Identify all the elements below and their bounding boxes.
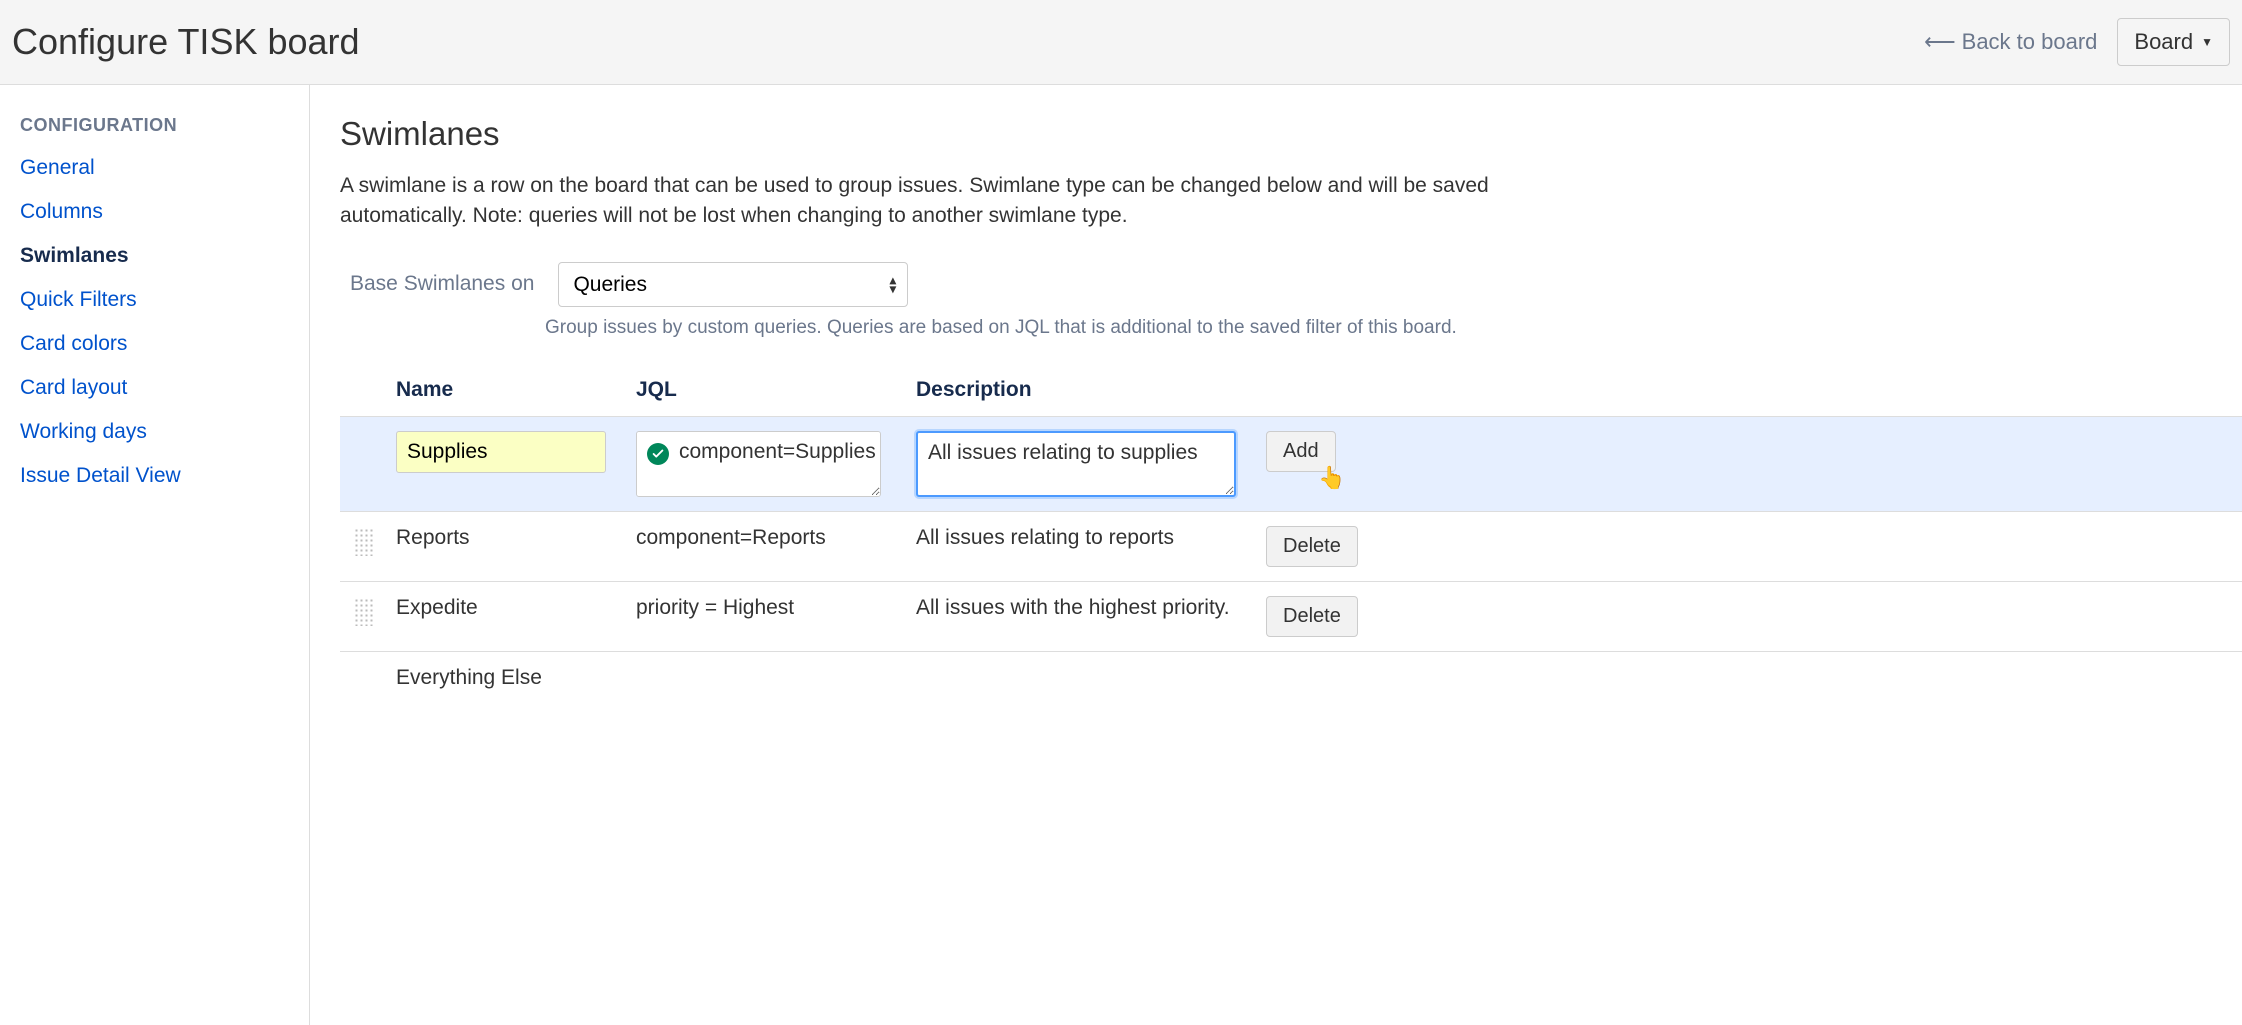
top-bar: Configure TISK board ⟵ Back to board Boa… [0, 0, 2242, 85]
board-dropdown-label: Board [2134, 29, 2193, 55]
sidebar-item-card-colors[interactable]: Card colors [20, 332, 127, 355]
sidebar-item-card-layout[interactable]: Card layout [20, 376, 127, 399]
column-header-jql: JQL [636, 378, 916, 402]
base-swimlanes-help: Group issues by custom queries. Queries … [545, 317, 2242, 339]
swimlane-description-input[interactable]: All issues relating to supplies [916, 431, 1236, 497]
delete-button[interactable]: Delete [1266, 596, 1358, 637]
drag-handle-icon[interactable] [354, 528, 374, 556]
swimlane-description: All issues with the highest priority. [916, 596, 1266, 620]
base-swimlanes-select[interactable]: Queries [558, 262, 908, 307]
sidebar: CONFIGURATION General Columns Swimlanes … [0, 85, 310, 1025]
swimlane-jql: priority = Highest [636, 596, 916, 620]
swimlane-jql-input[interactable]: component=Supplies [636, 431, 881, 497]
main-content: Swimlanes A swimlane is a row on the boa… [310, 85, 2242, 1025]
swimlane-jql-text: component=Supplies [679, 440, 876, 464]
swimlane-name: Expedite [396, 596, 636, 620]
arrow-left-icon: ⟵ [1924, 31, 1956, 53]
back-link-label: Back to board [1962, 29, 2098, 55]
section-description: A swimlane is a row on the board that ca… [340, 171, 1540, 232]
swimlane-name-input[interactable] [396, 431, 606, 473]
swimlane-row: Everything Else [340, 651, 2242, 704]
section-title: Swimlanes [340, 115, 2242, 153]
swimlane-name: Everything Else [396, 666, 636, 690]
swimlanes-table: Name JQL Description component=Supplies [340, 364, 2242, 704]
swimlane-jql: component=Reports [636, 526, 916, 550]
page-title: Configure TISK board [12, 21, 360, 63]
swimlane-row: Expedite priority = Highest All issues w… [340, 581, 2242, 651]
sidebar-heading: CONFIGURATION [20, 115, 289, 136]
caret-down-icon: ▼ [2201, 35, 2213, 49]
swimlane-row: Reports component=Reports All issues rel… [340, 511, 2242, 581]
sidebar-item-general[interactable]: General [20, 156, 95, 179]
sidebar-item-swimlanes[interactable]: Swimlanes [20, 244, 129, 267]
swimlane-new-row: component=Supplies All issues relating t… [340, 416, 2242, 511]
base-swimlanes-label: Base Swimlanes on [350, 272, 534, 296]
column-header-description: Description [916, 378, 1266, 402]
swimlane-name: Reports [396, 526, 636, 550]
board-dropdown-button[interactable]: Board ▼ [2117, 18, 2230, 66]
sidebar-item-issue-detail-view[interactable]: Issue Detail View [20, 464, 181, 487]
sidebar-item-columns[interactable]: Columns [20, 200, 103, 223]
sidebar-item-quick-filters[interactable]: Quick Filters [20, 288, 137, 311]
column-header-name: Name [396, 378, 636, 402]
back-to-board-link[interactable]: ⟵ Back to board [1924, 29, 2097, 55]
swimlane-description: All issues relating to reports [916, 526, 1266, 550]
sidebar-item-working-days[interactable]: Working days [20, 420, 147, 443]
drag-handle-icon[interactable] [354, 598, 374, 626]
add-button[interactable]: Add [1266, 431, 1336, 472]
delete-button[interactable]: Delete [1266, 526, 1358, 567]
check-circle-icon [647, 443, 669, 465]
